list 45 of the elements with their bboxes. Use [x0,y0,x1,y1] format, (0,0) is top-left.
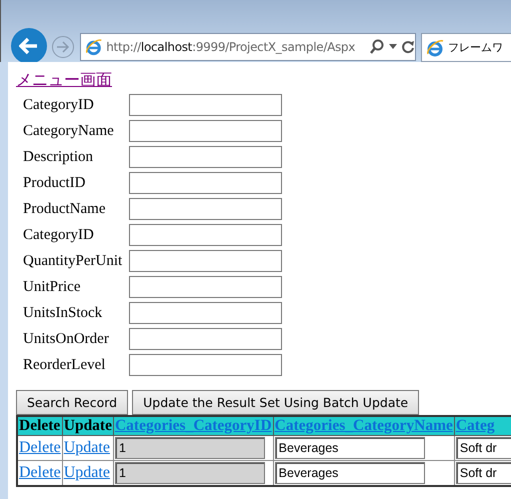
browser-logo-icon [426,38,444,56]
column-header: Update [62,416,114,436]
input-field[interactable]: Beverages [274,437,425,459]
browser-logo-icon [85,38,102,56]
readonly-field: 1 [114,437,265,459]
field-label: CategoryID [22,226,95,244]
browser-tab[interactable]: フレームワ [421,33,511,62]
column-header: Delete [17,416,62,436]
field-label: Description [22,148,94,166]
url-text: http://localhost:9999/ProjectX_sample/Aspx [106,40,356,54]
field-label: ReorderLevel [22,356,106,374]
arrow-right-icon [56,41,70,53]
back-button[interactable] [11,28,47,64]
address-bar[interactable]: http://localhost:9999/ProjectX_sample/Aspx [80,33,416,61]
field-label: CategoryID [22,96,95,114]
input-field[interactable] [129,198,282,220]
field-label: QuantityPerUnit [22,252,124,270]
input-field[interactable] [129,172,282,194]
field-label: UnitsOnOrder [22,330,110,348]
action-button[interactable]: Update the Result Set Using Batch Update [132,390,420,415]
input-field[interactable] [129,328,282,350]
input-field[interactable] [129,276,282,298]
input-field[interactable] [129,250,282,272]
input-field[interactable] [129,354,282,376]
field-label: ProductID [22,174,86,192]
arrow-left-icon [19,37,39,55]
readonly-field: 1 [114,462,265,484]
menu-link[interactable]: メニュー画面 [16,70,112,91]
field-label: ProductName [22,200,106,218]
search-icon[interactable] [369,39,385,55]
action-button[interactable]: Search Record [16,390,128,415]
tab-title: フレームワ [448,40,503,55]
input-field[interactable]: Soft dr [456,462,511,484]
field-label: UnitPrice [22,278,82,296]
input-field[interactable] [129,94,282,116]
input-field[interactable]: Beverages [274,462,425,484]
caret-icon[interactable] [389,44,397,50]
field-label: CategoryName [22,122,115,140]
refresh-icon[interactable] [401,40,415,54]
input-field[interactable] [129,302,282,324]
input-field[interactable] [129,146,282,168]
input-field[interactable] [129,224,282,246]
input-field[interactable] [129,120,282,142]
input-field[interactable]: Soft dr [456,437,511,459]
field-label: UnitsInStock [22,304,104,322]
